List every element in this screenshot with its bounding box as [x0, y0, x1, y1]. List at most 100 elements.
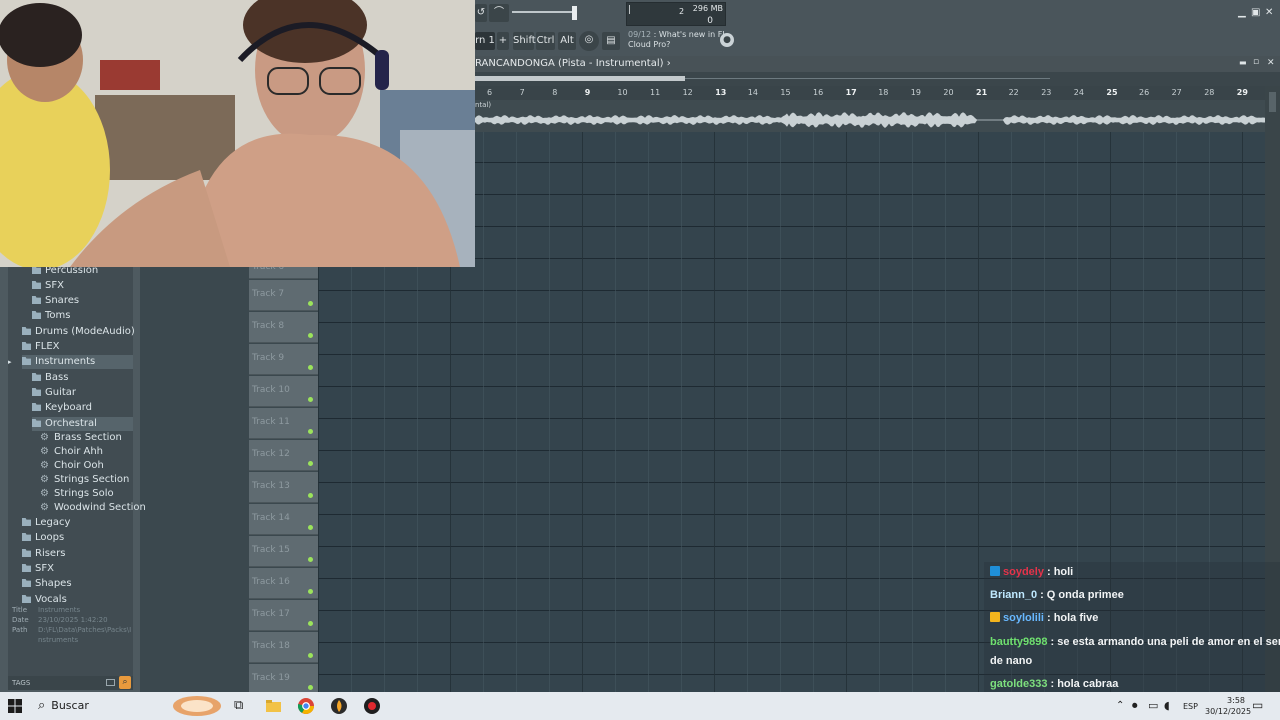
- track-mute-led[interactable]: [308, 333, 313, 338]
- browser-folder-item[interactable]: Orchestral: [32, 417, 133, 431]
- file-explorer-icon[interactable]: [266, 692, 282, 720]
- record-app-icon[interactable]: [364, 692, 380, 720]
- notifications-icon[interactable]: ▭: [1252, 698, 1263, 720]
- track-mute-led[interactable]: [308, 397, 313, 402]
- browser-folder-item[interactable]: Risers: [22, 547, 65, 561]
- browser-preset-item[interactable]: ⚙ Choir Ooh: [40, 459, 104, 473]
- track-mute-led[interactable]: [308, 525, 313, 530]
- horizontal-scrollbar[interactable]: [475, 72, 1280, 86]
- shift-button[interactable]: Shift: [513, 32, 536, 50]
- task-view-icon[interactable]: ⧉: [234, 692, 248, 720]
- language-indicator[interactable]: ESP: [1183, 702, 1198, 720]
- browser-preset-item[interactable]: ⚙ Woodwind Section: [40, 501, 146, 515]
- add-pattern-button[interactable]: +: [497, 32, 509, 50]
- news-ticker[interactable]: 09/12 : What's new in FL Cloud Pro?: [628, 30, 727, 50]
- globe-icon[interactable]: ●: [720, 33, 734, 47]
- track-mute-led[interactable]: [308, 365, 313, 370]
- fl-studio-icon[interactable]: [331, 692, 347, 720]
- browser-folder-item[interactable]: Instruments: [22, 355, 133, 369]
- chat-message: bautty9898: se esta armando una peli de …: [990, 636, 1280, 648]
- alt-button[interactable]: Alt: [558, 32, 576, 50]
- title-arrow-icon[interactable]: ›: [667, 58, 671, 69]
- taskbar-search[interactable]: ⌕ Buscar: [38, 692, 168, 720]
- playlist-maximize-icon[interactable]: ▫: [1253, 57, 1259, 67]
- browser-preset-item[interactable]: ⚙ Strings Section: [40, 473, 129, 487]
- online-news-icon[interactable]: ◎: [579, 31, 599, 51]
- browser-preset-item[interactable]: ⚙ Strings Solo: [40, 487, 114, 501]
- browser-folder-item[interactable]: Snares: [32, 294, 79, 308]
- ctrl-button[interactable]: Ctrl: [536, 32, 555, 50]
- track-mute-led[interactable]: [308, 621, 313, 626]
- folder-icon: [22, 357, 31, 365]
- track-header[interactable]: Track 7: [249, 280, 318, 311]
- browser-folder-item[interactable]: Shapes: [22, 577, 72, 591]
- track-header[interactable]: Track 17: [249, 600, 318, 631]
- gear-icon: ⚙: [40, 432, 49, 443]
- scrollbar-thumb[interactable]: [475, 76, 685, 81]
- track-header[interactable]: Track 14: [249, 504, 318, 535]
- browser-preset-item[interactable]: ⚙ Brass Section: [40, 431, 122, 445]
- tray-chevron-icon[interactable]: ⌃: [1116, 700, 1124, 720]
- audio-clip-track[interactable]: ntal): [475, 100, 1265, 132]
- clock[interactable]: 3:58 30/12/2025: [1205, 695, 1251, 720]
- expand-caret-icon[interactable]: ▸: [8, 358, 12, 366]
- app-close-icon[interactable]: ✕: [1265, 7, 1273, 18]
- app-maximize-icon[interactable]: ▣: [1251, 7, 1260, 18]
- browser-item-label: Shapes: [35, 578, 72, 589]
- network-icon[interactable]: ▭: [1148, 699, 1158, 720]
- track-mute-led[interactable]: [308, 557, 313, 562]
- track-mute-led[interactable]: [308, 429, 313, 434]
- record-toggle-icon[interactable]: ↺: [475, 4, 487, 22]
- app-minimize-icon[interactable]: ▁: [1238, 7, 1246, 18]
- start-icon[interactable]: [8, 692, 26, 720]
- browser-folder-item[interactable]: Keyboard: [32, 401, 92, 415]
- browser-folder-item[interactable]: SFX: [22, 562, 54, 576]
- ruler-bar-number: 6: [487, 88, 493, 97]
- track-header[interactable]: Track 18: [249, 632, 318, 663]
- browser-preset-item[interactable]: ⚙ Choir Ahh: [40, 445, 103, 459]
- slider-knob[interactable]: [572, 6, 577, 20]
- track-header[interactable]: Track 15: [249, 536, 318, 567]
- playlist-title: RANCANDONGA (Pista - Instrumental) ›: [475, 58, 671, 69]
- folder-icon[interactable]: [106, 679, 115, 686]
- playlist-minimize-icon[interactable]: ▬: [1239, 58, 1247, 67]
- track-mute-led[interactable]: [308, 589, 313, 594]
- browser-item-label: Choir Ahh: [54, 446, 104, 457]
- timeline-ruler[interactable]: 6 7 8 9 10 11 12 13 14 15 16 17 18 19 20 21 22 23 24 25 26 27…: [475, 86, 1265, 100]
- shop-cart-icon[interactable]: ▤: [602, 32, 620, 50]
- browser-folder-item[interactable]: Drums (ModeAudio): [22, 325, 135, 339]
- pattern-selector[interactable]: rn 1: [475, 32, 495, 50]
- browser-folder-item[interactable]: SFX: [32, 279, 64, 293]
- track-mute-led[interactable]: [308, 301, 313, 306]
- track-header[interactable]: Track 12: [249, 440, 318, 471]
- browser-folder-item[interactable]: Loops: [22, 531, 64, 545]
- chrome-icon[interactable]: [297, 692, 314, 720]
- playlist-titlebar[interactable]: RANCANDONGA (Pista - Instrumental) › ▬ ▫…: [475, 56, 1280, 72]
- main-volume-slider[interactable]: [512, 6, 622, 20]
- microphone-icon[interactable]: ⏺: [1132, 699, 1138, 720]
- metronome-icon[interactable]: ⌒: [489, 4, 509, 22]
- volume-icon[interactable]: ◖: [1164, 699, 1170, 720]
- track-mute-led[interactable]: [308, 461, 313, 466]
- track-header[interactable]: Track 9: [249, 344, 318, 375]
- track-header[interactable]: Track 19: [249, 664, 318, 695]
- track-header[interactable]: Track 11: [249, 408, 318, 439]
- track-header[interactable]: Track 16: [249, 568, 318, 599]
- browser-folder-item[interactable]: Toms: [32, 309, 70, 323]
- search-icon[interactable]: ⌕: [119, 676, 131, 689]
- track-header[interactable]: Track 10: [249, 376, 318, 407]
- track-mute-led[interactable]: [308, 653, 313, 658]
- playlist-close-icon[interactable]: ✕: [1267, 58, 1275, 68]
- track-header[interactable]: Track 8: [249, 312, 318, 343]
- info-path-key: Path: [12, 626, 28, 634]
- track-header[interactable]: Track 13: [249, 472, 318, 503]
- browser-folder-item[interactable]: Bass: [32, 371, 68, 385]
- track-mute-led[interactable]: [308, 493, 313, 498]
- track-header[interactable]: Track 6: [249, 262, 318, 279]
- browser-folder-item[interactable]: FLEX: [22, 340, 60, 354]
- browser-folder-item[interactable]: Legacy: [22, 516, 70, 530]
- browser-folder-item[interactable]: Guitar: [32, 386, 76, 400]
- track-mute-led[interactable]: [308, 685, 313, 690]
- search-highlight-icon[interactable]: [172, 692, 222, 720]
- tags-bar[interactable]: TAGS ⌕: [8, 676, 133, 690]
